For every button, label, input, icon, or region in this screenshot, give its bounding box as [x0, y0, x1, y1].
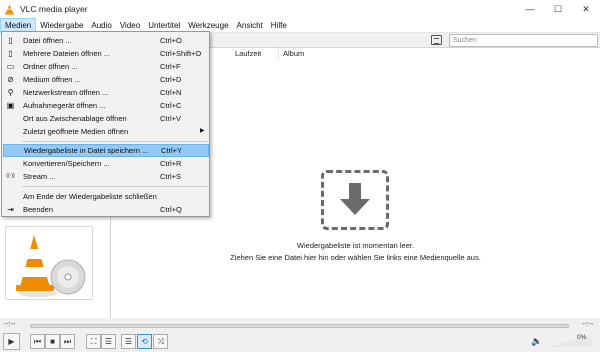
minimize-button[interactable]: — — [516, 0, 544, 18]
playlist-empty-message: Wiedergabeliste ist momentan leer. — [296, 241, 415, 250]
next-icon: ⏭ — [63, 336, 72, 346]
menu-item-open-folder[interactable]: ▭ Ordner öffnen ... Ctrl+F — [3, 60, 209, 73]
menu-item-shortcut: Ctrl+Q — [160, 205, 182, 214]
stream-icon: ((·)) — [6, 173, 15, 179]
playlist-toggle-button[interactable]: ☰ — [121, 334, 136, 349]
menu-item-open-clipboard[interactable]: Ort aus Zwischenablage öffnen Ctrl+V — [3, 112, 209, 125]
menu-item-label: Mehrere Dateien öffnen ... — [23, 49, 110, 58]
playlist-icon: ☰ — [124, 337, 133, 346]
seek-slider[interactable] — [30, 324, 569, 328]
file-icon: ▯ — [8, 36, 13, 45]
files-icon: ▯ — [8, 49, 13, 58]
album-art — [5, 226, 93, 300]
play-icon: ▶ — [8, 337, 15, 346]
menu-item-label: Konvertieren/Speichern ... — [23, 159, 110, 168]
previous-icon: ⏮ — [33, 336, 42, 346]
menu-item-stream[interactable]: ((·)) Stream ... Ctrl+S — [3, 170, 209, 183]
previous-button[interactable]: ⏮ — [30, 334, 45, 349]
submenu-arrow-icon: ▶ — [200, 128, 205, 134]
stop-button[interactable]: ■ — [45, 334, 60, 349]
drop-zone-icon — [321, 170, 389, 230]
menu-item-save-playlist[interactable]: Wiedergabeliste in Datei speichern ... C… — [3, 144, 209, 157]
menu-item-label: Ort aus Zwischenablage öffnen — [23, 114, 127, 123]
vlc-cone-art — [16, 235, 86, 297]
menu-item-label: Am Ende der Wiedergabeliste schließen — [23, 192, 157, 201]
close-button[interactable]: ✕ — [572, 0, 600, 18]
menu-ansicht[interactable]: Ansicht — [233, 18, 267, 33]
menu-separator — [22, 141, 208, 142]
folder-icon: ▭ — [6, 62, 15, 71]
menu-item-quit-at-end[interactable]: Am Ende der Wiedergabeliste schließen — [3, 190, 209, 203]
network-icon: ⚲ — [7, 88, 14, 97]
media-menu-dropdown: ▯ Datei öffnen ... Ctrl+O ▯ Mehrere Date… — [1, 31, 210, 217]
elapsed-time: --:-- — [4, 321, 16, 328]
remaining-time[interactable]: --:-- — [582, 321, 593, 328]
maximize-button[interactable]: ☐ — [544, 0, 572, 18]
menu-item-label: Beenden — [23, 205, 54, 214]
menu-item-convert-save[interactable]: Konvertieren/Speichern ... Ctrl+R — [3, 157, 209, 170]
menu-item-label: Ordner öffnen ... — [23, 62, 78, 71]
menu-item-quit[interactable]: ⇥ Beenden Ctrl+Q — [3, 203, 209, 216]
capture-device-icon: ▣ — [6, 101, 15, 110]
menu-item-shortcut: Ctrl+F — [160, 62, 181, 71]
loop-button[interactable]: ⟲ — [137, 334, 152, 349]
stop-icon: ■ — [50, 337, 55, 346]
fullscreen-button[interactable]: ⛶ — [86, 334, 101, 349]
play-button[interactable]: ▶ — [3, 333, 20, 350]
column-header-album[interactable]: Album — [279, 47, 339, 61]
menu-item-shortcut: Ctrl+R — [160, 159, 182, 168]
column-header-duration[interactable]: Laufzeit — [231, 47, 279, 61]
menu-item-label: Wiedergabeliste in Datei speichern ... — [24, 146, 149, 155]
menu-item-open-network[interactable]: ⚲ Netzwerkstream öffnen ... Ctrl+N — [3, 86, 209, 99]
fullscreen-icon: ⛶ — [90, 336, 97, 346]
window-title: VLC media player — [20, 4, 88, 14]
menu-item-label: Zuletzt geöffnete Medien öffnen — [23, 127, 129, 136]
title-bar: VLC media player — ☐ ✕ — [0, 0, 600, 18]
speaker-icon[interactable]: 🔈 — [531, 336, 542, 347]
menu-item-label: Netzwerkstream öffnen ... — [23, 88, 109, 97]
menu-item-label: Aufnahmegerät öffnen ... — [23, 101, 106, 110]
playlist-view-icon[interactable] — [431, 35, 442, 45]
download-arrow-icon — [340, 183, 370, 215]
menu-item-shortcut: Ctrl+Shift+O — [160, 49, 202, 58]
disc-icon: ⊘ — [7, 75, 14, 84]
playlist-empty-hint: Ziehen Sie eine Datei hier hin oder wähl… — [230, 253, 481, 262]
quit-icon: ⇥ — [7, 205, 14, 214]
menu-item-open-disc[interactable]: ⊘ Medium öffnen ... Ctrl+D — [3, 73, 209, 86]
menu-item-shortcut: Ctrl+Y — [161, 146, 183, 155]
menu-item-label: Stream ... — [23, 172, 56, 181]
menu-hilfe[interactable]: Hilfe — [267, 18, 291, 33]
menu-item-shortcut: Ctrl+V — [160, 114, 182, 123]
equalizer-icon: ☰ — [104, 337, 113, 346]
menu-item-shortcut: Ctrl+O — [160, 36, 182, 45]
shuffle-icon: ⤨ — [157, 336, 164, 346]
menu-item-shortcut: Ctrl+N — [160, 88, 182, 97]
volume-percent: 0% — [577, 334, 587, 341]
extended-settings-button[interactable]: ☰ — [101, 334, 116, 349]
menu-separator — [22, 186, 208, 187]
menu-item-shortcut: Ctrl+C — [160, 101, 182, 110]
menu-item-open-multiple-files[interactable]: ▯ Mehrere Dateien öffnen ... Ctrl+Shift+… — [3, 47, 209, 60]
menu-item-shortcut: Ctrl+S — [160, 172, 182, 181]
menu-item-recent-media[interactable]: Zuletzt geöffnete Medien öffnen ▶ — [3, 125, 209, 138]
menu-item-label: Datei öffnen ... — [23, 36, 72, 45]
vlc-app-icon — [4, 3, 15, 15]
search-input[interactable]: Suchen — [449, 34, 598, 47]
shuffle-button[interactable]: ⤨ — [153, 334, 168, 349]
menu-item-shortcut: Ctrl+D — [160, 75, 182, 84]
loop-icon: ⟲ — [141, 337, 148, 346]
menu-item-open-file[interactable]: ▯ Datei öffnen ... Ctrl+O — [3, 34, 209, 47]
menu-item-open-capture[interactable]: ▣ Aufnahmegerät öffnen ... Ctrl+C — [3, 99, 209, 112]
menu-item-label: Medium öffnen ... — [23, 75, 81, 84]
next-button[interactable]: ⏭ — [60, 334, 75, 349]
